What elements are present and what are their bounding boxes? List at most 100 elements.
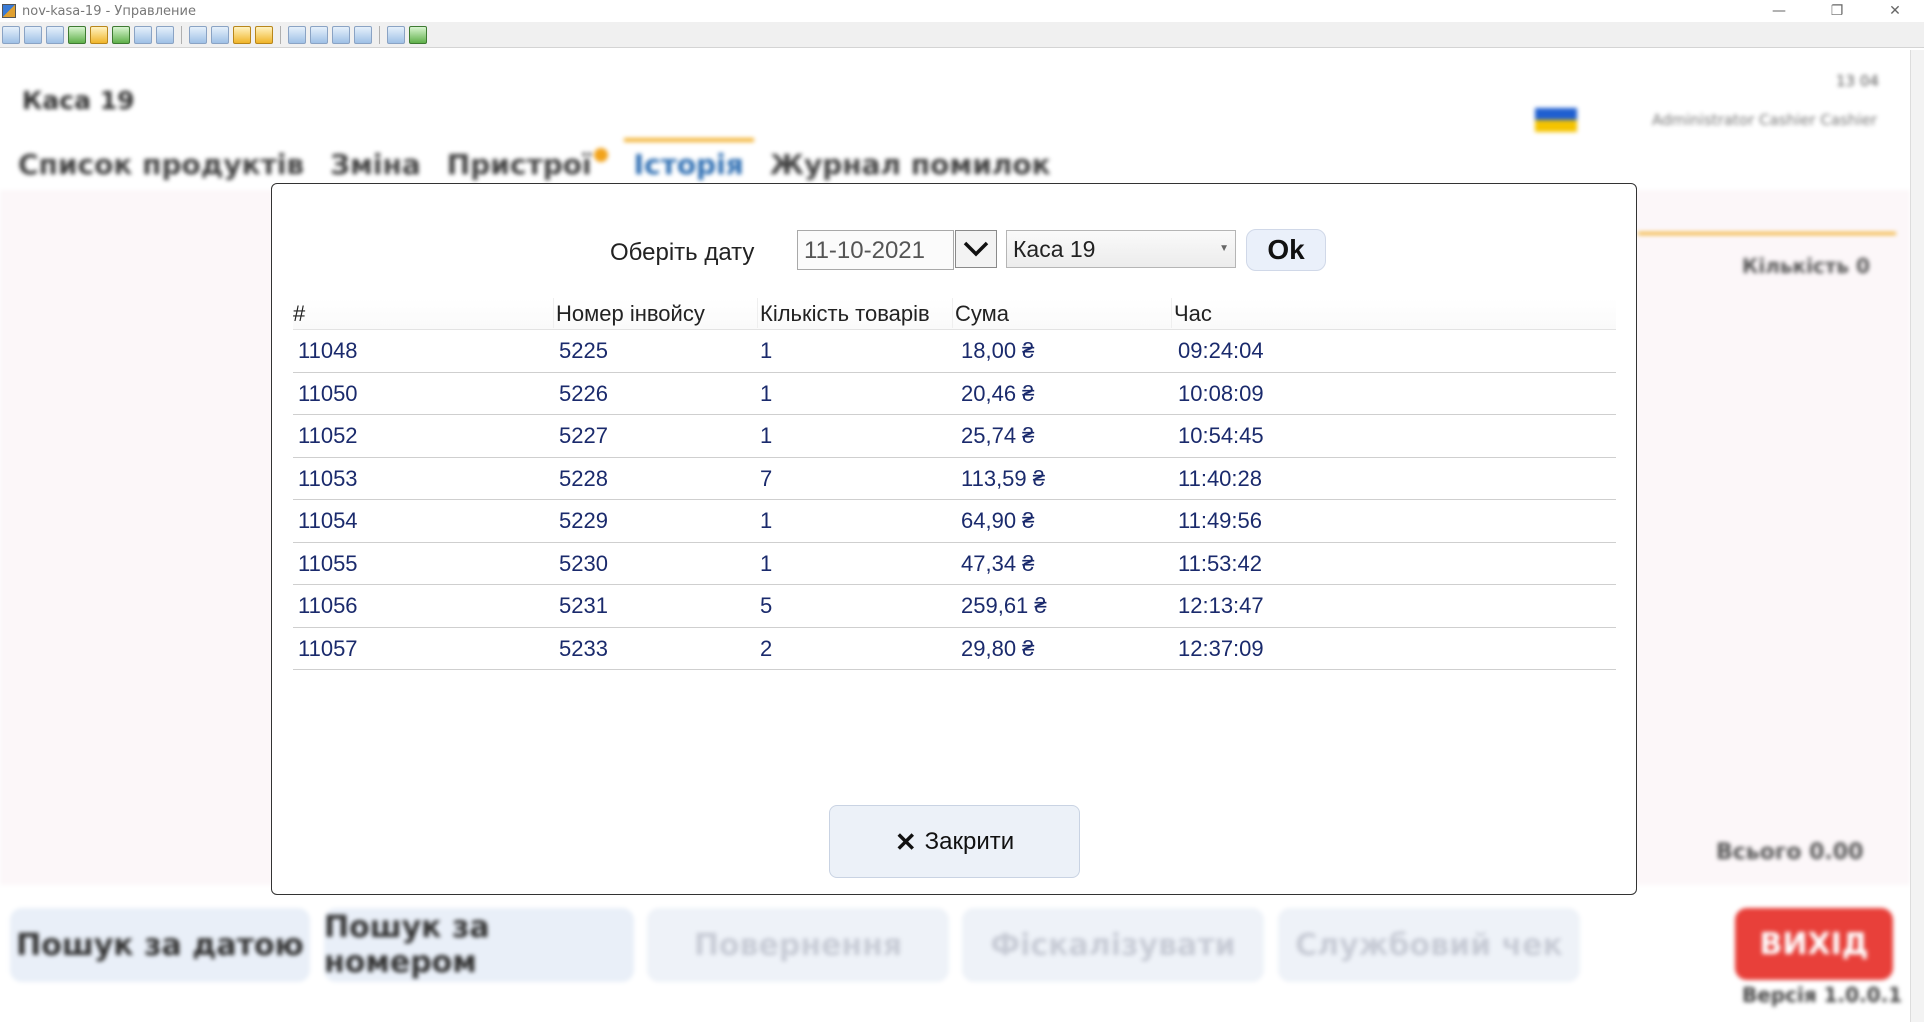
cell-invoice: 5231 xyxy=(559,593,608,618)
user-icon[interactable] xyxy=(189,25,207,44)
cell-sum: 25,74 ₴ xyxy=(961,423,1035,448)
tab-shift[interactable]: Зміна xyxy=(330,148,421,181)
cell-items: 1 xyxy=(760,423,773,448)
tools-icon[interactable] xyxy=(409,25,427,44)
users-icon[interactable] xyxy=(211,25,229,44)
window-title: nov-kasa-19 - Управление xyxy=(22,3,196,19)
cell-time: 11:49:56 xyxy=(1178,508,1263,533)
close-button[interactable]: ✕ Закрити xyxy=(829,805,1080,878)
main-tabs: Список продуктів Зміна Пристрої Історія … xyxy=(18,138,1051,181)
search-by-date-button[interactable]: Пошук за датою xyxy=(10,908,310,982)
receipts-table: # Номер інвойсу Кількість товарів Сума Ч… xyxy=(293,298,1616,670)
cell-time: 11:40:28 xyxy=(1178,465,1263,491)
column-header-sum[interactable]: Сума xyxy=(952,298,1009,328)
table-row[interactable]: 11054 5229 1 64,90 ₴ 11:49:56 xyxy=(293,500,1616,543)
register-select-value: Каса 19 xyxy=(1013,236,1096,262)
table-row[interactable]: 11056 5231 5 259,61 ₴ 12:13:47 xyxy=(293,585,1616,628)
toolbar-divider xyxy=(181,25,182,44)
cell-time: 12:37:09 xyxy=(1178,635,1264,661)
cell-sum: 64,90 ₴ xyxy=(961,508,1035,533)
table-row[interactable]: 11048 5225 1 18,00 ₴ 09:24:04 xyxy=(293,330,1616,373)
cell-invoice: 5226 xyxy=(559,380,608,406)
service-receipt-button[interactable]: Службовий чек xyxy=(1278,908,1580,982)
tab-error-log[interactable]: Журнал помилок xyxy=(770,148,1051,181)
cell-items: 1 xyxy=(760,508,773,533)
table-row[interactable]: 11057 5233 2 29,80 ₴ 12:37:09 xyxy=(293,628,1616,670)
fullscreen-icon[interactable] xyxy=(332,25,350,44)
table-row[interactable]: 11052 5227 1 25,74 ₴ 10:54:45 xyxy=(293,415,1616,458)
date-field[interactable]: 11-10-2021 xyxy=(797,230,954,270)
chat-icon[interactable] xyxy=(112,25,130,44)
cell-sum: 20,46 ₴ xyxy=(961,380,1035,406)
cell-id: 11055 xyxy=(298,550,358,576)
user-info: Administrator Cashier Cashier xyxy=(1652,111,1877,129)
tab-history[interactable]: Історія xyxy=(623,138,754,181)
cell-invoice: 5229 xyxy=(559,508,608,533)
message-icon[interactable] xyxy=(156,25,174,44)
screen-icon[interactable] xyxy=(2,25,20,44)
table-row[interactable]: 11053 5228 7 113,59 ₴ 11:40:28 xyxy=(293,458,1616,500)
cell-id: 11052 xyxy=(298,423,358,448)
cell-sum: 29,80 ₴ xyxy=(961,635,1035,661)
restore-icon[interactable]: ❐ xyxy=(1808,0,1866,22)
cell-invoice: 5228 xyxy=(559,465,608,491)
accent-divider xyxy=(1638,232,1896,235)
monitor-icon[interactable] xyxy=(24,25,42,44)
close-icon: ✕ xyxy=(894,826,917,857)
table-body: 11048 5225 1 18,00 ₴ 09:24:04 11050 5226 1 20,46… xyxy=(293,330,1616,670)
window-icon[interactable] xyxy=(288,25,306,44)
cell-sum: 47,34 ₴ xyxy=(961,550,1035,576)
cell-items: 2 xyxy=(760,635,773,661)
tab-products[interactable]: Список продуктів xyxy=(18,148,304,181)
chevron-down-icon xyxy=(963,241,989,257)
column-header-time[interactable]: Час xyxy=(1171,298,1212,328)
cell-id: 11053 xyxy=(298,465,358,491)
caret-down-icon: ▼ xyxy=(1219,243,1229,254)
exit-button[interactable]: ВИХІД xyxy=(1735,908,1893,980)
lock-icon[interactable] xyxy=(233,25,251,44)
cell-time: 10:08:09 xyxy=(1178,380,1264,406)
cell-items: 1 xyxy=(760,380,773,406)
cell-sum: 18,00 ₴ xyxy=(961,338,1035,363)
transfer-icon[interactable] xyxy=(68,25,86,44)
cell-id: 11048 xyxy=(298,338,358,363)
ok-button[interactable]: Ok xyxy=(1246,229,1326,271)
notification-dot-icon xyxy=(593,148,608,162)
cell-invoice: 5230 xyxy=(559,550,608,576)
register-select[interactable]: Каса 19 ▼ xyxy=(1006,230,1236,268)
power-icon[interactable] xyxy=(90,25,108,44)
date-label: Оберіть дату xyxy=(610,239,755,266)
table-row[interactable]: 11050 5226 1 20,46 ₴ 10:08:09 xyxy=(293,373,1616,415)
total-label: Всього 0.00 xyxy=(1716,840,1864,865)
terminal-icon[interactable] xyxy=(46,25,64,44)
cell-id: 11056 xyxy=(298,593,358,618)
table-row[interactable]: 11055 5230 1 47,34 ₴ 11:53:42 xyxy=(293,543,1616,585)
cell-time: 09:24:04 xyxy=(1178,338,1264,363)
cell-items: 1 xyxy=(760,550,773,576)
fit-screen-icon[interactable] xyxy=(310,25,328,44)
cell-invoice: 5225 xyxy=(559,338,608,363)
app-icon xyxy=(2,4,16,18)
minimize-icon[interactable]: — xyxy=(1750,0,1808,22)
tab-devices[interactable]: Пристрої xyxy=(447,148,608,181)
cell-sum: 259,61 ₴ xyxy=(961,593,1047,618)
ukraine-flag-icon[interactable] xyxy=(1535,108,1577,132)
column-header-items[interactable]: Кількість товарів xyxy=(757,298,930,328)
fiscalize-button[interactable]: Фіскалізувати xyxy=(962,908,1264,982)
cell-id: 11057 xyxy=(298,635,358,661)
cell-items: 5 xyxy=(760,593,773,618)
copy-icon[interactable] xyxy=(387,25,405,44)
column-header-invoice[interactable]: Номер інвойсу xyxy=(553,298,705,328)
scale-icon[interactable] xyxy=(354,25,372,44)
search-by-number-button[interactable]: Пошук за номером xyxy=(324,908,634,982)
cell-items: 1 xyxy=(760,338,773,363)
close-icon[interactable]: ✕ xyxy=(1866,0,1924,22)
cell-items: 7 xyxy=(760,465,773,491)
date-picker-button[interactable] xyxy=(955,230,997,268)
phone-icon[interactable] xyxy=(134,25,152,44)
scrollbar[interactable] xyxy=(1910,50,1924,1022)
cell-time: 10:54:45 xyxy=(1178,423,1264,448)
column-header-id[interactable]: # xyxy=(293,301,305,327)
return-button[interactable]: Повернення xyxy=(647,908,949,982)
unlock-icon[interactable] xyxy=(255,25,273,44)
